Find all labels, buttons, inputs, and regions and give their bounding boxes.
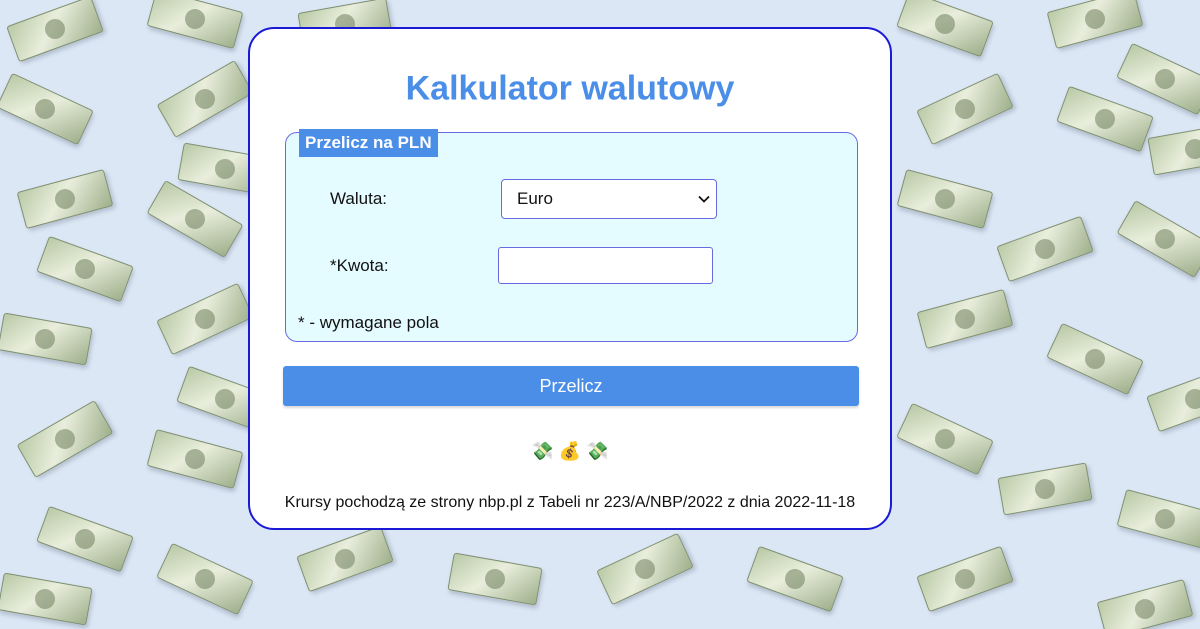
amount-label: *Kwota: — [330, 256, 389, 275]
banknote-image — [746, 545, 844, 613]
page-title: Kalkulator walutowy — [405, 69, 735, 108]
banknote-image — [596, 532, 694, 606]
chevron-down-icon — [698, 195, 710, 203]
calculator-card: Kalkulator walutowy Przelicz na PLN Walu… — [248, 27, 892, 530]
banknote-image — [0, 572, 93, 626]
banknote-image — [146, 180, 244, 258]
fieldset-legend: Przelicz na PLN — [299, 129, 438, 157]
banknote-image — [36, 505, 134, 573]
convert-fieldset — [285, 132, 858, 342]
banknote-image — [1046, 322, 1144, 396]
banknote-image — [1147, 122, 1200, 176]
banknote-image — [0, 312, 93, 366]
banknote-image — [16, 400, 114, 478]
banknote-image — [156, 60, 254, 138]
banknote-image — [6, 0, 104, 63]
banknote-image — [146, 429, 244, 489]
banknote-image — [156, 542, 254, 616]
banknote-image — [997, 462, 1093, 516]
convert-button[interactable]: Przelicz — [283, 366, 859, 406]
banknote-image — [1116, 489, 1200, 549]
required-fields-note: * - wymagane pola — [298, 313, 439, 332]
banknote-image — [1056, 85, 1154, 153]
banknote-image — [896, 169, 994, 229]
money-emoji-row: 💸 💰 💸 — [531, 441, 609, 461]
banknote-image — [916, 72, 1014, 146]
banknote-image — [16, 169, 114, 229]
banknote-image — [36, 235, 134, 303]
banknote-image — [1146, 365, 1200, 433]
banknote-image — [146, 0, 244, 49]
banknote-image — [896, 0, 994, 58]
banknote-image — [916, 289, 1014, 349]
banknote-image — [916, 545, 1014, 613]
banknote-image — [156, 282, 254, 356]
banknote-image — [896, 402, 994, 476]
banknote-image — [296, 525, 394, 593]
banknote-image — [996, 215, 1094, 283]
banknote-image — [0, 72, 94, 146]
currency-select[interactable]: Euro — [501, 179, 717, 219]
banknote-image — [1116, 200, 1200, 278]
banknote-image — [1096, 579, 1194, 629]
rates-source-footer: Krursy pochodzą ze strony nbp.pl z Tabel… — [284, 494, 856, 511]
currency-label: Waluta: — [330, 189, 388, 208]
amount-input[interactable] — [498, 247, 713, 284]
currency-select-value: Euro — [517, 189, 553, 208]
banknote-image — [1046, 0, 1144, 49]
banknote-image — [1116, 42, 1200, 116]
banknote-image — [447, 552, 543, 606]
